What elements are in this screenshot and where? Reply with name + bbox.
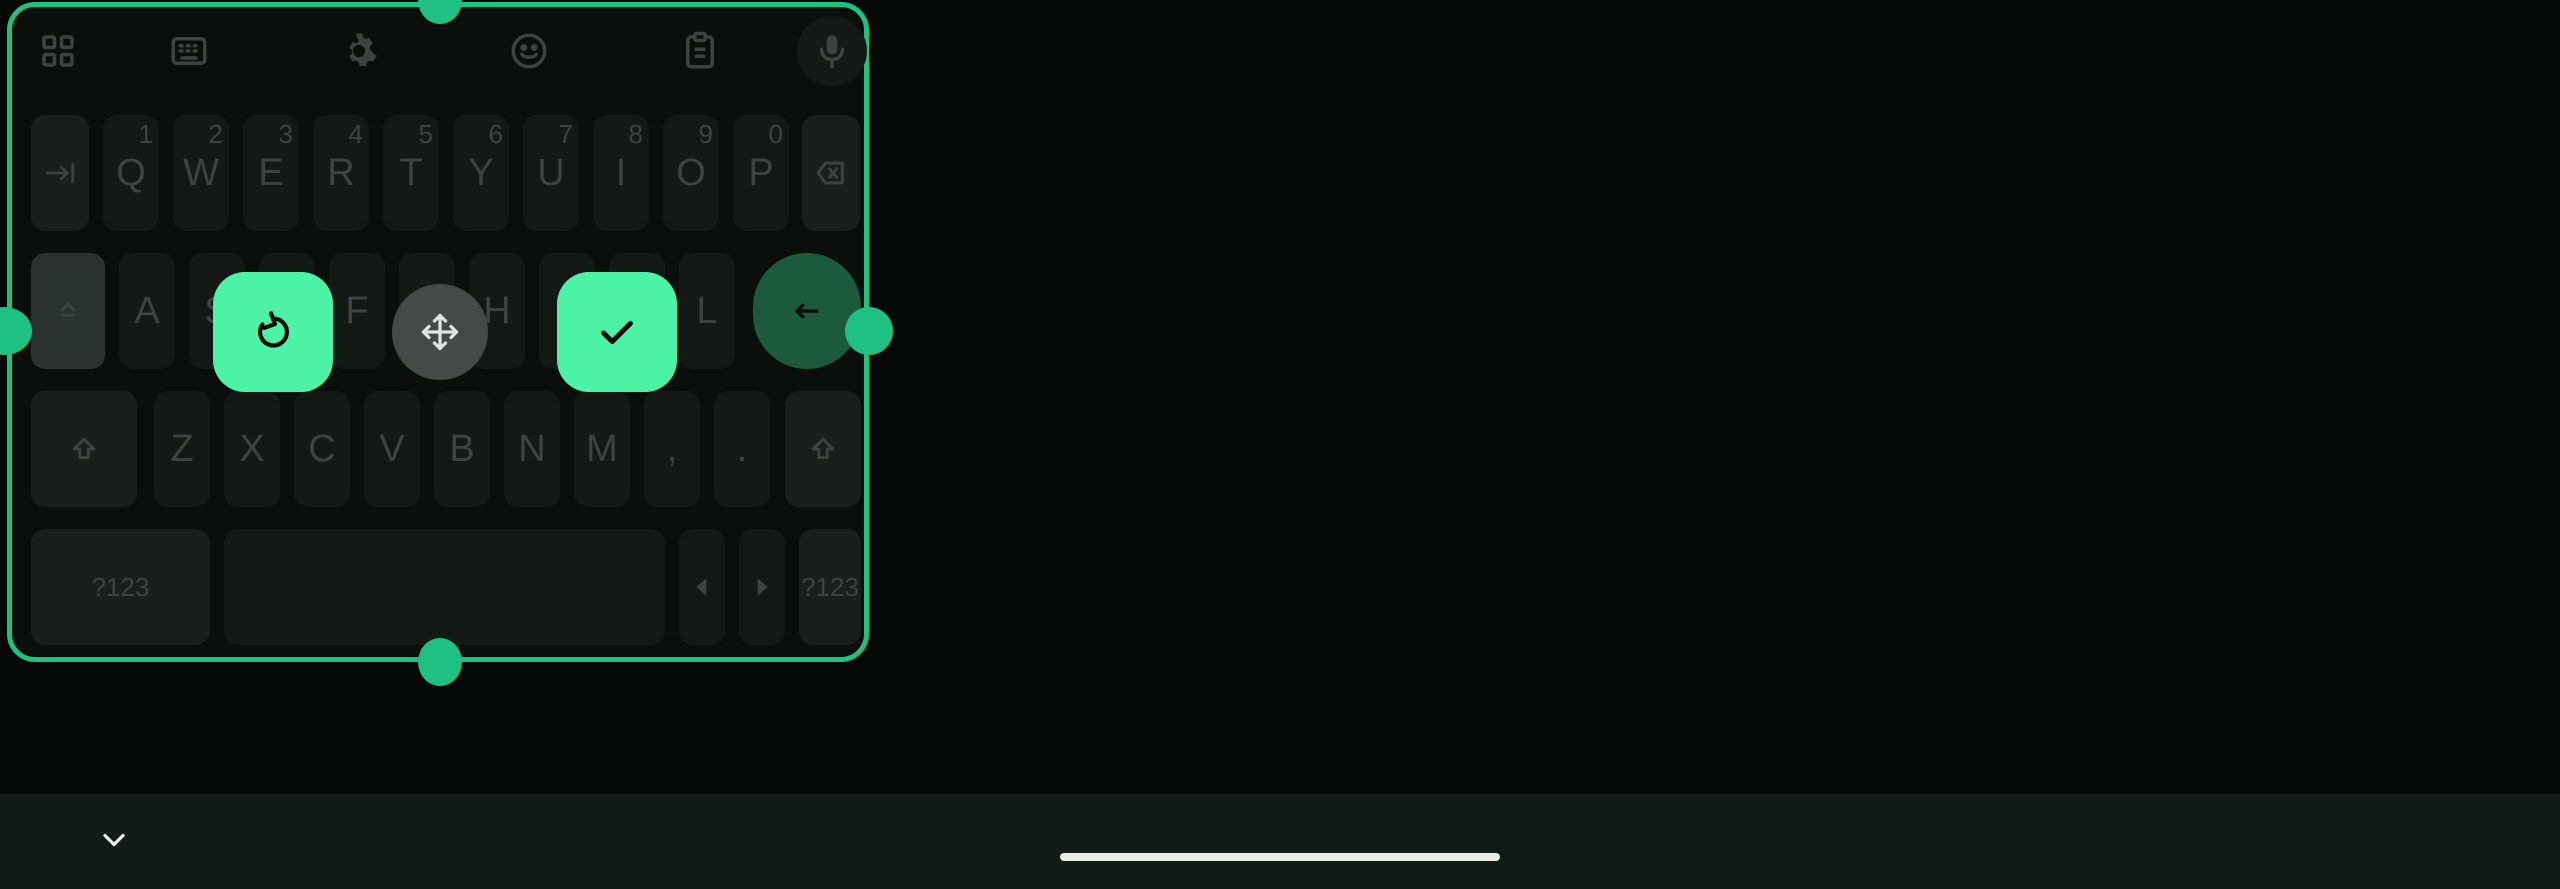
key-label: X [239, 427, 265, 470]
move-handle[interactable] [392, 284, 488, 380]
key-m[interactable]: M [574, 391, 630, 507]
cursor-right-key[interactable] [739, 529, 785, 645]
clipboard-icon[interactable] [670, 21, 730, 81]
key-label: P [748, 151, 774, 194]
key-label: . [736, 427, 748, 470]
key-label: M [586, 427, 618, 470]
symbols-key-left[interactable]: ?123 [31, 529, 210, 645]
key-hint: 9 [698, 119, 713, 149]
key-label: Z [170, 427, 194, 470]
keyboard-mode-key[interactable] [31, 253, 105, 369]
key-hint: 5 [418, 119, 433, 149]
home-gesture-bar[interactable] [1060, 853, 1500, 861]
key-w[interactable]: W2 [173, 115, 229, 231]
key-period[interactable]: . [714, 391, 770, 507]
key-f[interactable]: F [329, 253, 385, 369]
keyboard-resize-frame: Q1 W2 E3 R4 T5 Y6 U7 I8 O9 P0 A S D F G … [7, 2, 869, 662]
key-label: , [666, 427, 678, 470]
key-label: Q [116, 151, 146, 194]
key-label: N [518, 427, 546, 470]
key-hint: 4 [348, 119, 363, 149]
key-l[interactable]: L [679, 253, 735, 369]
key-t[interactable]: T5 [383, 115, 439, 231]
key-label: ?123 [801, 571, 859, 602]
enter-key[interactable] [753, 253, 861, 369]
resize-handle-right[interactable] [845, 307, 893, 355]
key-label: E [258, 151, 284, 194]
shift-key-left[interactable] [31, 391, 137, 507]
key-hint: 1 [138, 119, 153, 149]
gear-icon[interactable] [329, 21, 389, 81]
key-label: U [537, 151, 565, 194]
key-hint: 0 [768, 119, 783, 149]
key-hint: 2 [208, 119, 223, 149]
key-a[interactable]: A [119, 253, 175, 369]
key-label: W [183, 151, 219, 194]
key-v[interactable]: V [364, 391, 420, 507]
key-label: L [696, 289, 718, 332]
key-n[interactable]: N [504, 391, 560, 507]
key-r[interactable]: R4 [313, 115, 369, 231]
keyboard-icon[interactable] [159, 21, 219, 81]
key-label: C [308, 427, 336, 470]
cursor-left-key[interactable] [679, 529, 725, 645]
resize-handle-bottom[interactable] [418, 638, 462, 686]
key-label: V [379, 427, 405, 470]
shift-key-right[interactable] [785, 391, 861, 507]
tab-key[interactable] [31, 115, 89, 231]
symbols-key-right[interactable]: ?123 [799, 529, 861, 645]
key-y[interactable]: Y6 [453, 115, 509, 231]
emoji-icon[interactable] [499, 21, 559, 81]
key-p[interactable]: P0 [733, 115, 789, 231]
backspace-key[interactable] [802, 115, 860, 231]
key-hint: 7 [558, 119, 573, 149]
key-q[interactable]: Q1 [103, 115, 159, 231]
key-label: F [345, 289, 369, 332]
key-label: B [449, 427, 475, 470]
key-hint: 8 [628, 119, 643, 149]
key-label: A [134, 289, 160, 332]
key-x[interactable]: X [224, 391, 280, 507]
key-e[interactable]: E3 [243, 115, 299, 231]
key-o[interactable]: O9 [663, 115, 719, 231]
apps-grid-icon[interactable] [28, 21, 88, 81]
microphone-icon[interactable] [797, 16, 867, 86]
space-bar[interactable] [224, 529, 665, 645]
key-z[interactable]: Z [154, 391, 210, 507]
key-u[interactable]: U7 [523, 115, 579, 231]
key-i[interactable]: I8 [593, 115, 649, 231]
key-label: I [615, 151, 627, 194]
chevron-down-icon[interactable] [96, 822, 132, 858]
confirm-button[interactable] [557, 272, 677, 392]
key-label: R [327, 151, 355, 194]
navigation-bar [0, 794, 2560, 889]
key-c[interactable]: C [294, 391, 350, 507]
key-label: ?123 [91, 571, 150, 602]
reset-button[interactable] [213, 272, 333, 392]
key-label: Y [468, 151, 494, 194]
key-label: O [676, 151, 706, 194]
key-hint: 6 [488, 119, 503, 149]
key-comma[interactable]: , [644, 391, 700, 507]
key-label: T [399, 151, 423, 194]
key-b[interactable]: B [434, 391, 490, 507]
key-hint: 3 [278, 119, 293, 149]
